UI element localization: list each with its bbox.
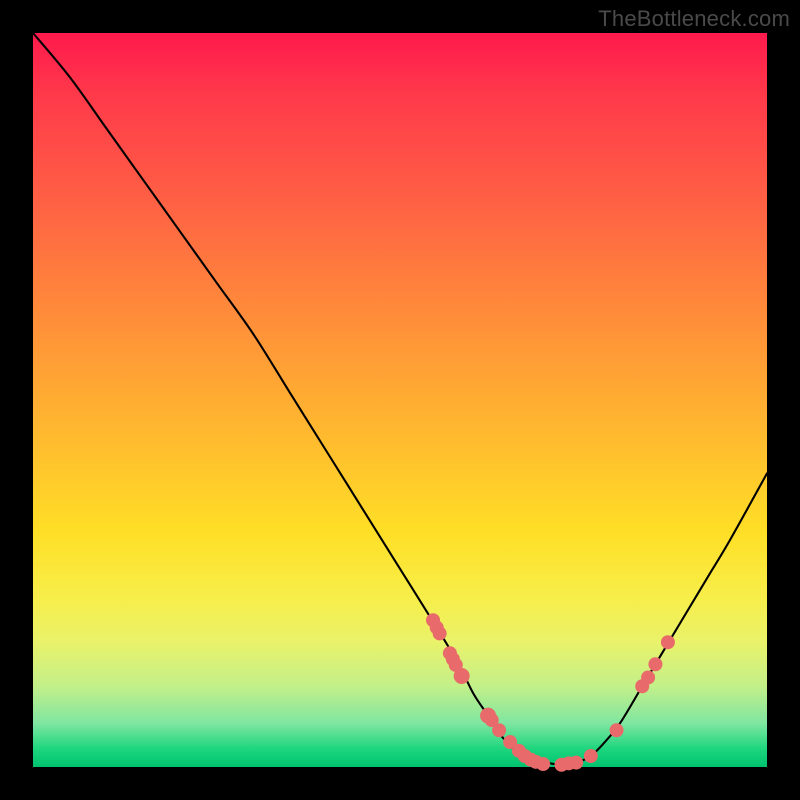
data-point bbox=[584, 749, 598, 763]
data-point bbox=[536, 757, 550, 771]
data-point bbox=[648, 657, 662, 671]
data-point bbox=[492, 723, 506, 737]
chart-frame: TheBottleneck.com bbox=[0, 0, 800, 800]
chart-svg bbox=[33, 33, 767, 767]
bottleneck-curve bbox=[33, 33, 767, 765]
data-point bbox=[569, 756, 583, 770]
data-point bbox=[610, 723, 624, 737]
data-point bbox=[661, 635, 675, 649]
watermark-text: TheBottleneck.com bbox=[598, 6, 790, 32]
data-point bbox=[641, 670, 655, 684]
chart-plot-area bbox=[33, 33, 767, 767]
data-point bbox=[433, 626, 447, 640]
data-point bbox=[454, 668, 470, 684]
